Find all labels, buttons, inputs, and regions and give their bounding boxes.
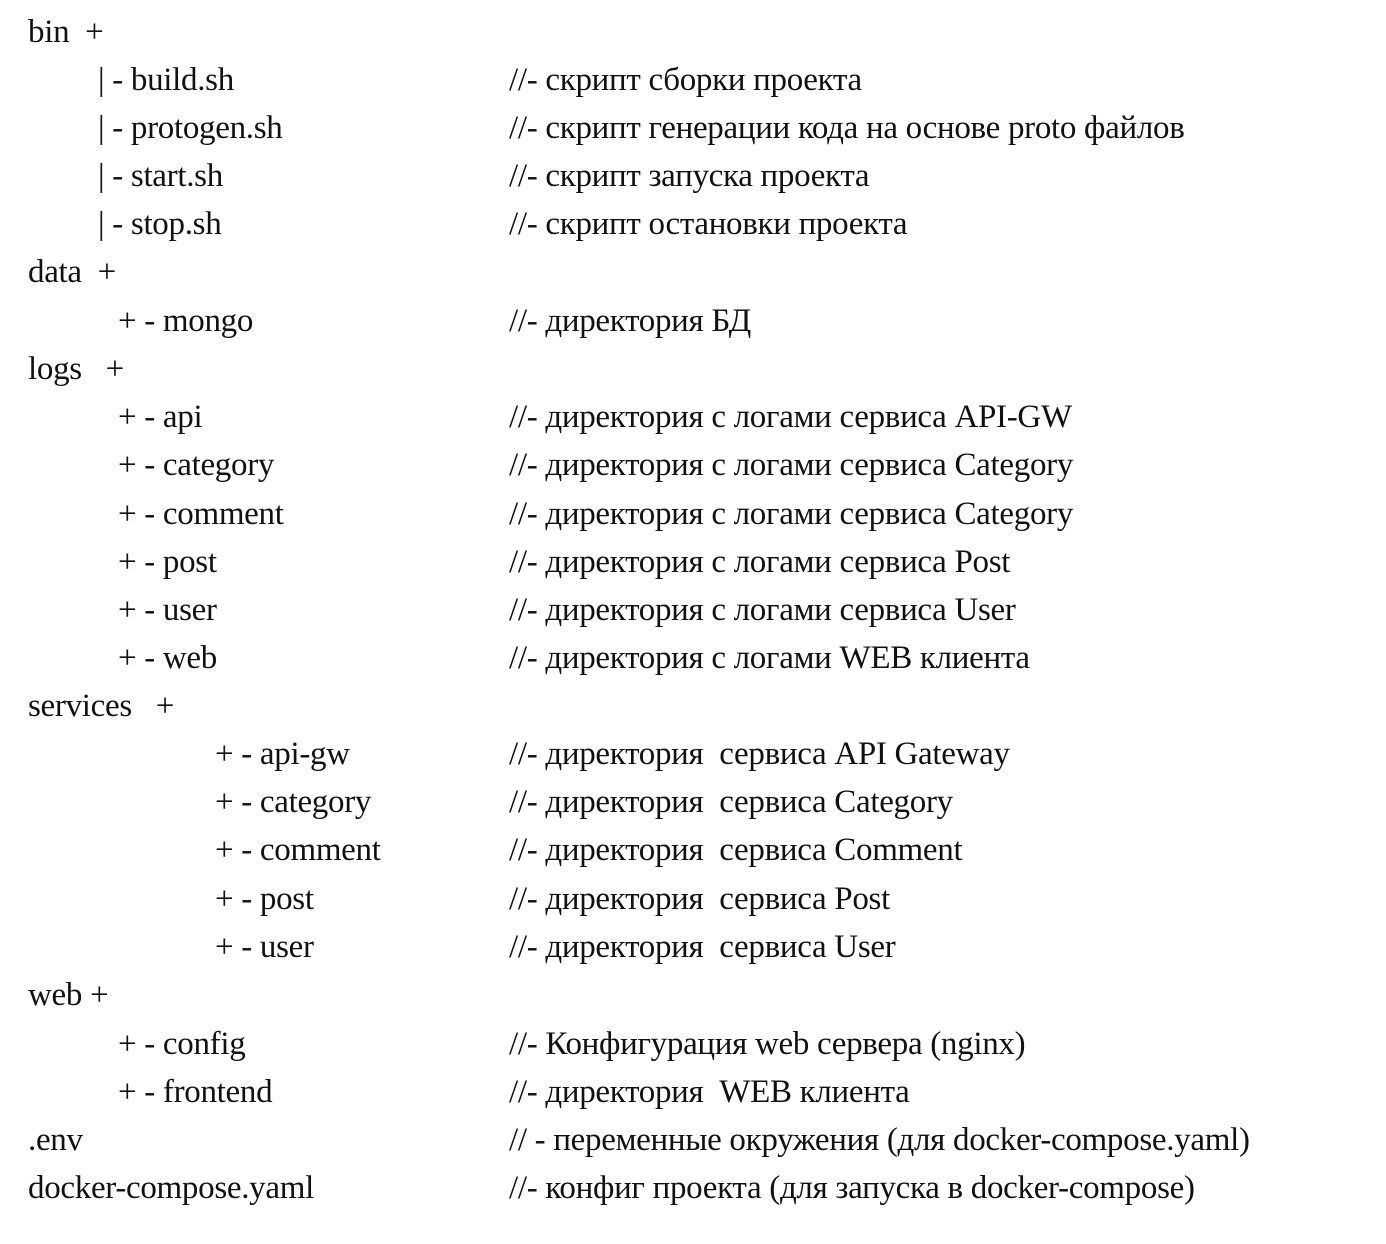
entry-comment: //- директория сервиса Comment [509, 832, 963, 868]
directory-name: logs + [28, 351, 124, 387]
tree-entry-row: + - category //- директория с логами серв… [0, 441, 1386, 489]
tree-directory-row: logs + [0, 345, 1386, 393]
entry-comment: //- скрипт остановки проекта [509, 206, 908, 242]
tree-entry-row: | - start.sh //- скрипт запуска проекта [0, 152, 1386, 200]
entry-name: + - mongo [118, 303, 254, 339]
entry-name: + - user [118, 592, 217, 628]
tree-entry-row: | - build.sh //- скрипт сборки проекта [0, 56, 1386, 104]
entry-name: + - comment [215, 832, 381, 868]
entry-name: | - start.sh [98, 158, 223, 194]
entry-name: + - category [215, 784, 372, 820]
tree-entry-row: + - comment //- директория с логами серви… [0, 490, 1386, 538]
entry-comment: //- Конфигурация web сервера (nginx) [509, 1026, 1026, 1062]
tree-entry-row: .env // - переменные окружения (для docke… [0, 1116, 1386, 1164]
entry-comment: //- скрипт запуска проекта [509, 158, 870, 194]
tree-entry-row: | - protogen.sh //- скрипт генерации кода… [0, 104, 1386, 152]
entry-name: + - category [118, 447, 275, 483]
entry-comment: //- директория с логами сервиса Category [509, 496, 1074, 532]
entry-name: | - protogen.sh [98, 110, 283, 146]
tree-entry-row: + - config //- Конфигурация web сервера (… [0, 1020, 1386, 1068]
entry-comment: //- конфиг проекта (для запуска в docker… [509, 1170, 1195, 1206]
entry-comment: // - переменные окружения (для docker-co… [509, 1122, 1250, 1158]
tree-directory-row: bin + [0, 8, 1386, 56]
tree-directory-row: web + [0, 971, 1386, 1019]
entry-name: .env [28, 1122, 83, 1158]
entry-comment: //- директория WEB клиента [509, 1074, 910, 1110]
entry-comment: //- директория БД [509, 303, 751, 339]
tree-entry-row: + - user //- директория с логами сервиса … [0, 586, 1386, 634]
tree-directory-row: services + [0, 682, 1386, 730]
tree-entry-row: + - user //- директория сервиса User [0, 923, 1386, 971]
tree-entry-row: + - category //- директория сервиса Categ… [0, 778, 1386, 826]
entry-name: + - config [118, 1026, 246, 1062]
tree-entry-row: + - mongo //- директория БД [0, 297, 1386, 345]
entry-name: + - web [118, 640, 217, 676]
entry-name: | - stop.sh [98, 206, 222, 242]
entry-name: + - user [215, 929, 314, 965]
tree-entry-row: docker-compose.yaml //- конфиг проекта (д… [0, 1164, 1386, 1212]
tree-entry-row: + - post //- директория с логами сервиса … [0, 538, 1386, 586]
directory-name: data + [28, 254, 116, 290]
entry-name: + - frontend [118, 1074, 273, 1110]
entry-name: + - comment [118, 496, 284, 532]
entry-name: + - api-gw [215, 736, 350, 772]
tree-entry-row: + - web //- директория с логами WEB клиен… [0, 634, 1386, 682]
entry-comment: //- скрипт генерации кода на основе prot… [509, 110, 1185, 146]
tree-entry-row: + - post //- директория сервиса Post [0, 875, 1386, 923]
entry-name: | - build.sh [98, 62, 234, 98]
tree-entry-row: | - stop.sh //- скрипт остановки проекта [0, 200, 1386, 248]
entry-comment: //- скрипт сборки проекта [509, 62, 862, 98]
tree-entry-row: + - api-gw //- директория сервиса API Gat… [0, 730, 1386, 778]
entry-name: + - post [215, 881, 314, 917]
entry-comment: //- директория с логами сервиса API-GW [509, 399, 1072, 435]
entry-comment: //- директория с логами сервиса Post [509, 544, 1011, 580]
tree-directory-row: data + [0, 248, 1386, 296]
entry-name: + - api [118, 399, 203, 435]
entry-comment: //- директория сервиса Category [509, 784, 953, 820]
tree-entry-row: + - api //- директория с логами сервиса A… [0, 393, 1386, 441]
directory-name: services + [28, 688, 175, 724]
tree-entry-row: + - frontend //- директория WEB клиента [0, 1068, 1386, 1116]
entry-comment: //- директория с логами сервиса User [509, 592, 1016, 628]
directory-name: web + [28, 977, 109, 1013]
entry-comment: //- директория с логами сервиса Category [509, 447, 1074, 483]
tree-entry-row: + - comment //- директория сервиса Commen… [0, 826, 1386, 874]
entry-comment: //- директория с логами WEB клиента [509, 640, 1030, 676]
directory-name: bin + [28, 14, 104, 50]
entry-comment: //- директория сервиса User [509, 929, 896, 965]
entry-comment: //- директория сервиса Post [509, 881, 890, 917]
entry-comment: //- директория сервиса API Gateway [509, 736, 1010, 772]
entry-name: docker-compose.yaml [28, 1170, 314, 1206]
entry-name: + - post [118, 544, 217, 580]
